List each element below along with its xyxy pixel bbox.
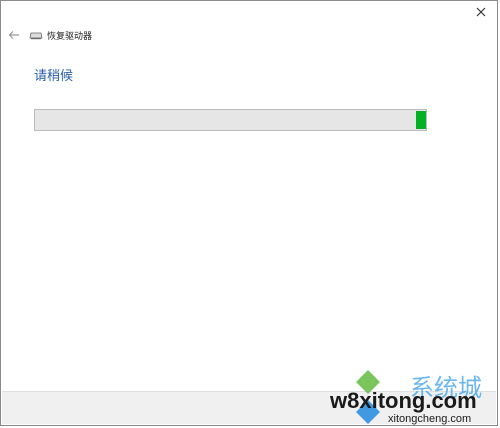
page-heading: 请稍候 xyxy=(34,69,74,84)
progress-bar xyxy=(34,109,427,131)
recovery-drive-window: 恢复驱动器 请稍候 xyxy=(0,0,498,426)
footer-bar xyxy=(2,391,496,424)
drive-icon xyxy=(29,32,43,40)
back-button[interactable] xyxy=(7,28,21,42)
close-button[interactable] xyxy=(471,3,491,21)
progress-fill xyxy=(416,111,426,129)
window-header: 恢复驱动器 xyxy=(7,27,92,43)
window-title: 恢复驱动器 xyxy=(47,31,93,42)
close-icon xyxy=(476,7,486,17)
back-arrow-icon xyxy=(8,31,19,39)
